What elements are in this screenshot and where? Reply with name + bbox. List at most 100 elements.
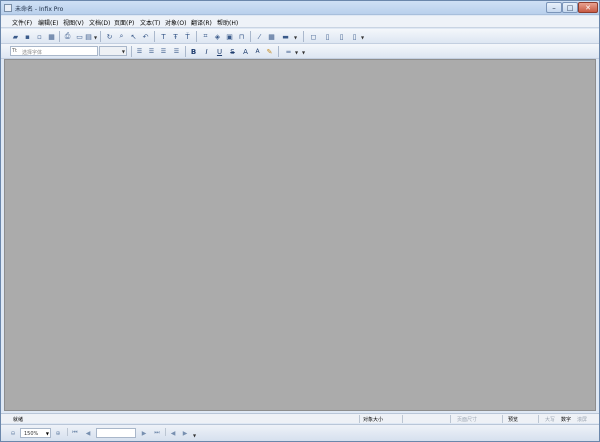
divider [402, 415, 403, 423]
separator [100, 31, 101, 42]
separator [250, 31, 251, 42]
save-icon[interactable]: ▪ [23, 32, 32, 41]
separator [131, 46, 132, 57]
chevron-down-icon[interactable]: ▼ [361, 35, 364, 40]
image-icon[interactable]: ▣ [225, 32, 234, 41]
last-page-icon[interactable]: ⏭ [153, 429, 161, 437]
title-bar[interactable]: 未命名 - Infix Pro – □ ✕ [1, 1, 599, 15]
justify-icon[interactable]: ☰ [172, 47, 181, 56]
divider [450, 415, 451, 423]
font-placeholder: 选择字体 [22, 50, 43, 56]
link-icon[interactable]: ⊓ [237, 32, 246, 41]
zoom-select[interactable]: 150% ▼ [20, 428, 51, 438]
page-doc-icon[interactable]: ▯ [350, 32, 359, 41]
text-edit-icon[interactable]: Ť [183, 32, 192, 41]
pointer-icon[interactable]: ↖ [129, 32, 138, 41]
crop-icon[interactable]: ⌗ [201, 32, 210, 41]
new-page-icon[interactable]: ▭ [75, 32, 84, 41]
menu-document[interactable]: 文档(D) [89, 18, 110, 27]
divider [67, 428, 68, 436]
app-icon[interactable] [4, 4, 12, 12]
zoom-out-icon[interactable]: ⊖ [9, 429, 17, 437]
chevron-down-icon[interactable]: ▼ [302, 50, 305, 55]
menu-help[interactable]: 帮助(H) [217, 18, 238, 27]
status-ready: 就绪 [13, 417, 24, 423]
format-toolbar: Tt 选择字体 ▼ ☰ ☰ ☰ ☰ B I U S A A ✎ ═ ▼ ▼ [1, 44, 599, 59]
underline-button[interactable]: U [215, 47, 224, 56]
first-page-icon[interactable]: ⏮ [71, 429, 79, 437]
eyedropper-icon[interactable]: ⁄ [255, 32, 264, 41]
status-object-size: 对象大小 [363, 417, 384, 423]
menu-object[interactable]: 对象(O) [165, 18, 186, 27]
superscript-button[interactable]: A [241, 47, 250, 56]
font-size-up-button[interactable]: A [253, 47, 262, 56]
align-left-icon[interactable]: ☰ [135, 47, 144, 56]
status-preview: 预览 [508, 417, 519, 423]
font-select[interactable]: Tt 选择字体 [10, 46, 98, 56]
page-add-icon[interactable]: ▯ [337, 32, 346, 41]
bold-button[interactable]: B [189, 47, 198, 56]
menu-edit[interactable]: 编辑(E) [38, 18, 58, 27]
status-scroll: 滚屏 [577, 417, 588, 423]
zoom-icon[interactable]: ⌕ [117, 32, 126, 41]
divider [502, 415, 503, 423]
menu-page[interactable]: 页面(P) [114, 18, 134, 27]
italic-button[interactable]: I [202, 47, 211, 56]
menu-text[interactable]: 文本(T) [140, 18, 160, 27]
separator [154, 31, 155, 42]
export-icon[interactable]: ▦ [47, 32, 56, 41]
menu-view[interactable]: 视图(V) [63, 18, 84, 27]
strikethrough-button[interactable]: S [228, 47, 237, 56]
chevron-down-icon[interactable]: ▼ [94, 35, 97, 40]
menu-file[interactable]: 文件(F) [12, 18, 32, 27]
main-toolbar: ▰ ▪ ▫ ▦ ⎙ ▭ ▤ ▼ ↻ ⌕ ↖ ↶ T Ŧ Ť ⌗ ◈ ▣ ⊓ ⁄ … [1, 29, 599, 44]
chevron-down-icon[interactable]: ▼ [122, 49, 125, 54]
forward-icon[interactable]: ▶ [181, 429, 189, 437]
text-flow-icon[interactable]: Ŧ [171, 32, 180, 41]
window-title: 未命名 - Infix Pro [15, 6, 64, 13]
text-tool-icon[interactable]: T [159, 32, 168, 41]
divider [359, 415, 360, 423]
close-button[interactable]: ✕ [578, 2, 598, 13]
back-icon[interactable]: ◀ [169, 429, 177, 437]
export-page-icon[interactable]: ▯ [323, 32, 332, 41]
minimize-button[interactable]: – [546, 2, 562, 13]
align-center-icon[interactable]: ☰ [147, 47, 156, 56]
print-icon[interactable]: ⎙ [63, 32, 72, 41]
separator [185, 46, 186, 57]
status-bar: 就绪 对象大小 页面尺寸 预览 大写 数字 滚屏 [1, 413, 599, 423]
open-folder-icon[interactable]: ▰ [11, 32, 20, 41]
minimize-icon: – [552, 3, 556, 12]
app-window: 未命名 - Infix Pro – □ ✕ 文件(F) 编辑(E) 视图(V) … [0, 0, 600, 442]
maximize-icon: □ [566, 3, 574, 12]
menu-translate[interactable]: 翻译(R) [191, 18, 212, 27]
chevron-down-icon[interactable]: ▼ [193, 433, 196, 438]
save-as-icon[interactable]: ▫ [35, 32, 44, 41]
status-num: 数字 [561, 417, 572, 423]
shape-icon[interactable]: ◈ [213, 32, 222, 41]
font-size-select[interactable]: ▼ [99, 46, 127, 56]
document-workspace[interactable] [4, 59, 596, 411]
line-icon[interactable]: ═ [284, 47, 293, 56]
navigation-bar: ⊖ 150% ▼ ⊕ ⏮ ◀ ▶ ⏭ ◀ ▶ ▼ [1, 424, 599, 441]
chevron-down-icon[interactable]: ▼ [295, 50, 298, 55]
chevron-down-icon[interactable]: ▼ [294, 35, 297, 40]
align-right-icon[interactable]: ☰ [159, 47, 168, 56]
prev-page-icon[interactable]: ◀ [84, 429, 92, 437]
note-icon[interactable]: ◻ [309, 32, 318, 41]
status-caps: 大写 [545, 417, 556, 423]
zoom-in-icon[interactable]: ⊕ [54, 429, 62, 437]
page-view-icon[interactable]: ▤ [84, 32, 93, 41]
zoom-value: 150% [24, 431, 39, 437]
undo-icon[interactable]: ↶ [141, 32, 150, 41]
separator [278, 46, 279, 57]
marker-icon[interactable]: ✎ [265, 47, 274, 56]
grid-icon[interactable]: ▦ [267, 32, 276, 41]
refresh-icon[interactable]: ↻ [105, 32, 114, 41]
maximize-button[interactable]: □ [562, 2, 578, 13]
color-icon[interactable]: ▬ [281, 32, 290, 41]
separator [196, 31, 197, 42]
chevron-down-icon[interactable]: ▼ [46, 431, 49, 436]
page-number-input[interactable] [96, 428, 136, 438]
next-page-icon[interactable]: ▶ [140, 429, 148, 437]
